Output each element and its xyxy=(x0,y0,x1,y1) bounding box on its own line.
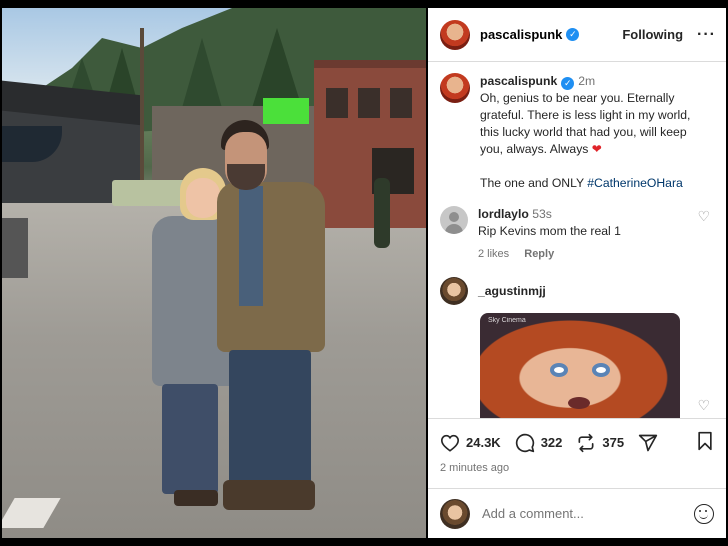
verified-badge-icon: ✓ xyxy=(561,77,575,90)
caption-username[interactable]: pascalispunk xyxy=(480,74,557,88)
photo-brick-building xyxy=(314,60,426,228)
comment-action[interactable]: 322 xyxy=(515,433,563,453)
photo-utility-pole xyxy=(140,28,144,188)
comment-gif[interactable]: Sky Cinema xyxy=(480,313,680,418)
comment-count: 322 xyxy=(540,435,563,450)
comment-item: lordlaylo 53s Rip Kevins mom the real 1 … xyxy=(428,192,726,263)
post-modal: pascalispunk ✓ Following ··· pascalispun… xyxy=(0,8,728,538)
comment-item: _agustinmjj xyxy=(428,263,726,305)
repost-action[interactable]: 375 xyxy=(576,433,624,453)
post-header: pascalispunk ✓ Following ··· xyxy=(428,8,726,62)
like-action[interactable]: 24.3K xyxy=(440,434,501,452)
share-action[interactable] xyxy=(638,433,664,453)
save-action[interactable] xyxy=(696,431,714,454)
share-arrow-icon xyxy=(638,434,658,451)
heart-icon xyxy=(440,434,460,452)
comment-like-heart-icon[interactable]: ♡ xyxy=(697,208,710,225)
red-heart-emoji-icon: ❤ xyxy=(591,142,602,156)
comment-like-heart-icon[interactable]: ♡ xyxy=(697,397,710,414)
comment-time: 53s xyxy=(532,207,552,221)
comments-scroll-area[interactable]: pascalispunk ✓ 2m Oh, genius to be near yo… xyxy=(428,63,726,418)
post-caption: pascalispunk ✓ 2m Oh, genius to be near yo… xyxy=(428,63,726,192)
repost-count: 375 xyxy=(602,435,625,450)
photo-background-person xyxy=(374,178,390,248)
following-button[interactable]: Following xyxy=(622,27,683,42)
post-photo[interactable] xyxy=(2,8,426,538)
add-comment-bar xyxy=(428,488,726,538)
hashtag-link[interactable]: #CatherineOHara xyxy=(587,176,683,190)
emoji-icon[interactable] xyxy=(694,503,714,524)
current-user-avatar xyxy=(440,498,470,529)
post-actions: 24.3K 322 375 2 minutes ago xyxy=(428,418,726,488)
photo-man xyxy=(207,120,325,520)
comment-likes[interactable]: 2 likes xyxy=(478,248,509,260)
commenter-avatar[interactable] xyxy=(440,206,468,234)
photo-cart xyxy=(2,218,28,278)
post-side-panel: pascalispunk ✓ Following ··· pascalispun… xyxy=(428,8,726,538)
comment-username[interactable]: lordlaylo xyxy=(478,207,529,221)
comment-reply-button[interactable]: Reply xyxy=(524,248,554,260)
post-timestamp: 2 minutes ago xyxy=(440,462,510,474)
comment-text: Rip Kevins mom the real 1 xyxy=(478,224,621,238)
more-options-icon[interactable]: ··· xyxy=(697,26,716,44)
comment-bubble-icon xyxy=(515,433,534,452)
author-username[interactable]: pascalispunk xyxy=(480,27,562,42)
caption-line2: The one and ONLY xyxy=(480,176,588,190)
repost-icon xyxy=(578,433,594,452)
author-avatar[interactable] xyxy=(440,19,470,50)
like-count: 24.3K xyxy=(466,435,501,450)
commenter-avatar[interactable] xyxy=(440,277,468,305)
comment-username[interactable]: _agustinmjj xyxy=(478,284,546,298)
gif-source-tag: Sky Cinema xyxy=(488,317,526,324)
bookmark-icon xyxy=(698,431,712,451)
caption-author-avatar[interactable] xyxy=(440,73,470,103)
verified-badge-icon: ✓ xyxy=(566,28,580,41)
caption-text: Oh, genius to be near you. Eternally gra… xyxy=(480,91,691,156)
add-comment-input[interactable] xyxy=(482,506,694,521)
caption-time: 2m xyxy=(578,74,596,88)
